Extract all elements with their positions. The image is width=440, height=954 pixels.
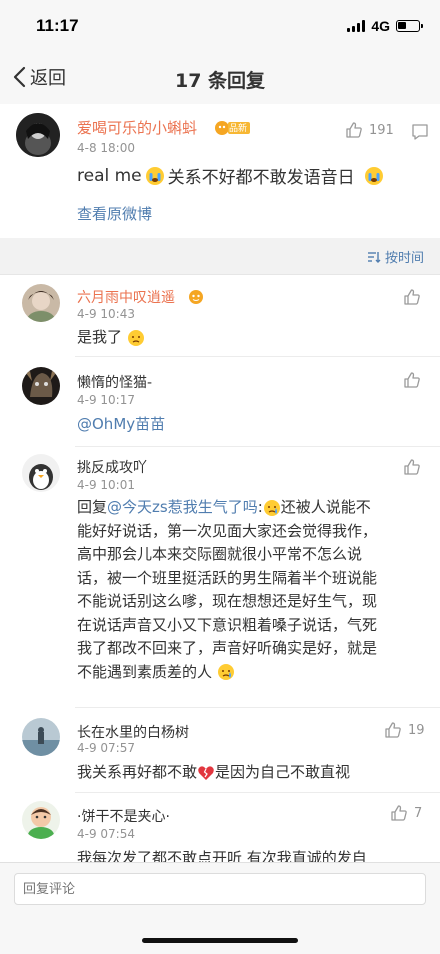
home-indicator[interactable]	[142, 938, 298, 943]
avatar[interactable]	[22, 367, 60, 405]
member-badge-icon	[189, 290, 203, 304]
nav-bar: 返回 17 条回复	[0, 52, 440, 105]
post-content: real me 关系不好都不敢发语音日	[77, 163, 384, 188]
comment-like-count: 19	[408, 722, 425, 738]
comment-line: 我了都改不回来了，声音好听确实是好，就是	[77, 639, 378, 657]
comment-line-text: 还被人说能不	[280, 498, 371, 516]
thumbs-up-icon	[346, 122, 362, 138]
comment-text-body: 是我了	[77, 328, 123, 346]
comment-icon[interactable]	[411, 123, 429, 141]
comment-like-button[interactable]: 19	[384, 721, 425, 739]
avatar[interactable]	[16, 113, 60, 157]
comment-line-1: 回复@今天zs惹我生气了吗: 还被人说能不	[77, 498, 371, 516]
thumbs-up-icon[interactable]	[403, 371, 421, 389]
post-author[interactable]: 爱喝可乐的小蝌蚪	[77, 117, 197, 138]
tear-emoji-icon	[263, 499, 280, 516]
thumbs-up-icon	[385, 722, 401, 738]
comment-time: 4-9 07:54	[77, 827, 135, 841]
post-text-part-1: real me	[77, 165, 142, 186]
sort-bar: 按时间	[0, 238, 440, 275]
page-title: 17 条回复	[174, 70, 266, 92]
thumbs-up-icon	[391, 805, 407, 821]
sort-icon	[367, 251, 381, 263]
reply-mention-link[interactable]: @今天zs惹我生气了吗	[107, 498, 258, 516]
comment-line: 话，被一个班里挺活跃的男生隔着半个班说能	[77, 568, 378, 587]
reply-prefix: 回复	[77, 498, 108, 516]
avatar[interactable]	[22, 284, 60, 322]
thumbs-up-icon[interactable]	[403, 288, 421, 306]
comment-author[interactable]: 懒惰的怪猫-	[77, 372, 152, 392]
avatar-image	[22, 801, 60, 839]
status-bar: 11:17 4G	[0, 0, 440, 52]
battery-icon	[396, 20, 423, 32]
comment-time: 4-9 10:17	[77, 393, 135, 407]
divider	[75, 792, 440, 793]
reply-input[interactable]	[14, 873, 426, 905]
divider	[75, 707, 440, 708]
thumbs-up-icon[interactable]	[403, 458, 421, 476]
comment-like-count: 7	[414, 805, 423, 821]
divider	[75, 446, 440, 447]
comment-time: 4-9 07:57	[77, 741, 135, 755]
comment-line: 不能说话别这么嗲，现在想想还是好生气，现	[77, 592, 378, 610]
status-time: 11:17	[36, 16, 79, 35]
comment-text: 回复@今天zs惹我生气了吗: 还被人说能不 能好好说话，第一次见面大家还会觉得我作…	[77, 496, 427, 684]
comment-text-part: 我关系再好都不敢	[77, 763, 198, 781]
avatar-image	[22, 454, 60, 492]
view-original-link[interactable]: 查看原微博	[77, 203, 152, 224]
avatar-image	[22, 284, 60, 322]
comment-time: 4-9 10:01	[77, 478, 135, 492]
comment-author[interactable]: 挑反成攻吖	[77, 457, 147, 477]
post-text-part-2: 关系不好都不敢发语音日	[167, 168, 355, 188]
sad-emoji-icon	[127, 329, 144, 346]
status-icons: 4G	[347, 18, 423, 34]
comment-line: 在说话声音又小又下意识粗着嗓子说话，气死	[77, 615, 378, 634]
sort-by-time-button[interactable]: 按时间	[367, 247, 424, 266]
broken-heart-icon	[198, 765, 214, 780]
comment-author[interactable]: ·饼干不是夹心·	[77, 806, 170, 826]
comment-like-button[interactable]: 7	[390, 804, 422, 822]
avatar-image	[16, 113, 60, 157]
comment-line: 高中那会儿本来交际圈就很小平常不怎么说	[77, 545, 363, 563]
post-time: 4-8 18:00	[77, 141, 135, 155]
comment-line-text: 不能遇到素质差的人	[77, 662, 213, 681]
post-like-count: 191	[369, 122, 394, 138]
comment-text: 我关系再好都不敢 是因为自己不敢直视	[77, 761, 350, 785]
post-like-button[interactable]: 191	[345, 121, 394, 139]
mention-link[interactable]: @OhMy苗苗	[77, 413, 165, 437]
comment-text-part: 是因为自己不敢直视	[215, 763, 351, 781]
comment-line: 能好好说话，第一次见面大家还会觉得我作，	[77, 521, 378, 540]
network-type: 4G	[371, 18, 390, 34]
tear-emoji-icon	[217, 664, 234, 680]
divider	[75, 356, 440, 357]
avatar[interactable]	[22, 454, 60, 492]
comment-time: 4-9 10:43	[77, 307, 135, 321]
avatar-image	[22, 367, 60, 405]
comment-author[interactable]: 长在水里的白杨树	[77, 722, 189, 742]
avatar[interactable]	[22, 801, 60, 839]
badge-label: 品新	[229, 124, 248, 134]
sort-label: 按时间	[384, 251, 424, 266]
comment-author[interactable]: 六月雨中叹逍遥	[77, 287, 175, 307]
comment-text: 是我了	[77, 326, 145, 350]
crying-emoji-icon	[364, 166, 383, 185]
comment-line-last: 不能遇到素质差的人	[77, 661, 427, 685]
crying-emoji-icon	[145, 166, 164, 185]
avatar[interactable]	[22, 718, 60, 756]
signal-icon	[347, 20, 366, 32]
avatar-image	[22, 718, 60, 756]
